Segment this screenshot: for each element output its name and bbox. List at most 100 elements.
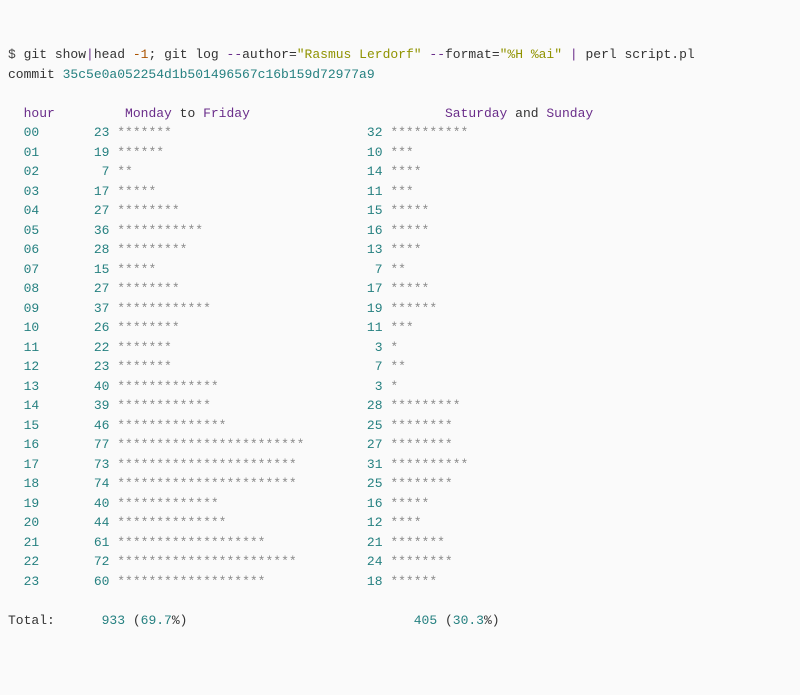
semicolon: ; [148, 47, 164, 62]
weekday-count: 37 [39, 301, 109, 316]
weekend-bar: ***** [390, 223, 429, 238]
weekday-count: 7 [39, 164, 109, 179]
weekday-bar: ************** [117, 418, 328, 433]
weekend-count: 31 [328, 457, 383, 472]
weekday-bar: ************************ [117, 437, 328, 452]
hour-cell: 20 [8, 515, 39, 530]
terminal-output: $ git show|head -1; git log --author="Ra… [8, 45, 792, 630]
weekend-count: 15 [328, 203, 383, 218]
weekday-bar: *********************** [117, 476, 328, 491]
format-value: "%H %ai" [500, 47, 562, 62]
weekend-count: 14 [328, 164, 383, 179]
flag-author-word: author [242, 47, 289, 62]
weekday-bar: ********* [117, 242, 328, 257]
weekend-count: 10 [328, 145, 383, 160]
weekend-count: 24 [328, 554, 383, 569]
weekday-bar: ***** [117, 262, 328, 277]
weekday-count: 15 [39, 262, 109, 277]
table-row: 01 19 ****** 10 *** [8, 145, 414, 160]
cmd-git-show: git show [24, 47, 86, 62]
weekday-count: 26 [39, 320, 109, 335]
commit-label: commit [8, 67, 63, 82]
weekday-count: 44 [39, 515, 109, 530]
weekday-bar: *********** [117, 223, 328, 238]
table-row: 02 7 ** 14 **** [8, 164, 422, 179]
hour-cell: 01 [8, 145, 39, 160]
cmd-head: head [94, 47, 133, 62]
table-row: 20 44 ************** 12 **** [8, 515, 422, 530]
weekday-bar: ****** [117, 145, 328, 160]
weekend-bar: ******** [390, 476, 452, 491]
weekend-bar: ******** [390, 437, 452, 452]
weekend-bar: *** [390, 145, 413, 160]
hour-cell: 08 [8, 281, 39, 296]
hour-cell: 03 [8, 184, 39, 199]
pipe-1: | [86, 47, 94, 62]
weekday-bar: ******** [117, 203, 328, 218]
flag-format-word: format [445, 47, 492, 62]
table-row: 16 77 ************************ 27 ******… [8, 437, 453, 452]
commit-hash: 35c5e0a052254d1b501496567c16b159d72977a9 [63, 67, 375, 82]
weekday-bar: ************ [117, 398, 328, 413]
weekday-bar: ******* [117, 340, 328, 355]
weekday-count: 40 [39, 496, 109, 511]
hour-cell: 13 [8, 379, 39, 394]
weekday-count: 27 [39, 281, 109, 296]
hour-cell: 17 [8, 457, 39, 472]
hour-cell: 00 [8, 125, 39, 140]
total-weekend: 405 [414, 613, 437, 628]
weekend-count: 11 [328, 184, 383, 199]
author-value: "Rasmus Lerdorf" [297, 47, 422, 62]
weekday-bar: ************* [117, 379, 328, 394]
weekend-count: 7 [328, 359, 383, 374]
weekend-bar: ***** [390, 281, 429, 296]
weekend-bar: *** [390, 320, 413, 335]
hour-cell: 14 [8, 398, 39, 413]
table-row: 05 36 *********** 16 ***** [8, 223, 429, 238]
weekday-bar: ************** [117, 515, 328, 530]
hour-cell: 11 [8, 340, 39, 355]
weekend-count: 32 [328, 125, 383, 140]
table-row: 15 46 ************** 25 ******** [8, 418, 453, 433]
weekday-count: 28 [39, 242, 109, 257]
weekday-count: 36 [39, 223, 109, 238]
weekend-count: 12 [328, 515, 383, 530]
flag-format-dash: -- [429, 47, 445, 62]
weekday-count: 73 [39, 457, 109, 472]
weekend-bar: ****** [390, 301, 437, 316]
weekday-count: 60 [39, 574, 109, 589]
weekday-bar: ************ [117, 301, 328, 316]
weekend-count: 3 [328, 340, 383, 355]
weekend-bar: ********* [390, 398, 460, 413]
hour-cell: 12 [8, 359, 39, 374]
eq-2: = [492, 47, 500, 62]
total-weekday-pct: 69.7 [141, 613, 172, 628]
table-row: 22 72 *********************** 24 *******… [8, 554, 453, 569]
table-row: 11 22 ******* 3 * [8, 340, 398, 355]
table-row: 23 60 ******************* 18 ****** [8, 574, 437, 589]
weekend-bar: **** [390, 164, 421, 179]
table-row: 19 40 ************* 16 ***** [8, 496, 429, 511]
table-row: 12 23 ******* 7 ** [8, 359, 406, 374]
weekday-bar: ** [117, 164, 328, 179]
table-row: 09 37 ************ 19 ****** [8, 301, 437, 316]
weekend-bar: * [390, 379, 398, 394]
hour-cell: 16 [8, 437, 39, 452]
weekend-bar: ******** [390, 554, 452, 569]
hour-cell: 05 [8, 223, 39, 238]
weekend-count: 19 [328, 301, 383, 316]
cmd-git-log: git log [164, 47, 226, 62]
weekend-count: 28 [328, 398, 383, 413]
col-saturday: Saturday [445, 106, 507, 121]
hour-cell: 23 [8, 574, 39, 589]
weekday-count: 61 [39, 535, 109, 550]
hour-cell: 22 [8, 554, 39, 569]
weekend-bar: ********** [390, 457, 468, 472]
weekend-bar: ***** [390, 203, 429, 218]
table-row: 03 17 ***** 11 *** [8, 184, 414, 199]
eq-1: = [289, 47, 297, 62]
weekend-count: 21 [328, 535, 383, 550]
weekend-bar: ********** [390, 125, 468, 140]
hour-cell: 15 [8, 418, 39, 433]
weekend-bar: **** [390, 515, 421, 530]
